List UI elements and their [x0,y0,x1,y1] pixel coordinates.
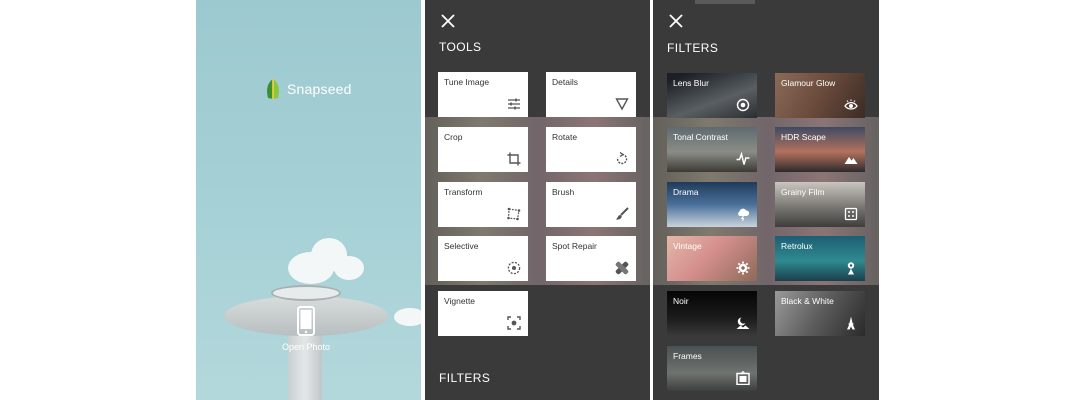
tool-label: Transform [444,187,483,197]
selective-icon [507,261,521,275]
filter-label: Drama [673,187,699,197]
eiffel-tower-icon [847,316,855,330]
filter-glamour-glow[interactable]: Glamour Glow [775,73,865,118]
tool-label: Spot Repair [552,241,597,251]
tool-label: Tune Image [444,77,490,87]
brush-icon [616,207,629,220]
filter-label: Retrolux [781,241,813,251]
filter-label: Glamour Glow [781,78,836,88]
open-photo-button[interactable]: Open Photo [276,306,336,352]
tool-label: Rotate [552,132,578,142]
sliders-icon [508,98,520,110]
filter-hdr-scape[interactable]: HDR Scape [775,127,865,172]
tool-vignette[interactable]: Vignette [438,291,528,336]
filter-label: Grainy Film [781,187,825,197]
filters-section-heading: FILTERS [439,371,491,385]
tool-label: Crop [444,132,463,142]
close-icon[interactable] [439,12,457,30]
triangle-icon [615,98,629,111]
frame-icon [736,371,750,385]
moon-landscape-icon [736,317,750,329]
home-screen: Snapseed Open Photo [196,0,421,400]
tool-details[interactable]: Details [546,72,636,117]
tool-tune-image[interactable]: Tune Image [438,72,528,117]
eye-icon [844,99,858,110]
tool-label: Details [552,77,578,87]
tool-label: Vignette [444,296,476,306]
close-icon[interactable] [667,12,685,30]
filter-label: Tonal Contrast [673,132,728,142]
tool-selective[interactable]: Selective [438,236,528,281]
filters-panel: FILTERS Lens Blur Glamour Glow Tonal Con… [653,0,879,400]
vignette-icon [507,316,521,330]
filters-heading: FILTERS [667,41,719,55]
app-name: Snapseed [287,81,352,97]
app-logo: Snapseed [264,78,352,100]
tool-label: Brush [552,187,575,197]
scroll-peek-bar [695,0,755,4]
flower-icon [736,261,750,275]
filter-label: Noir [673,296,689,306]
mountain-icon [844,157,858,164]
filter-grainy-film[interactable]: Grainy Film [775,182,865,227]
tool-label: Selective [444,241,479,251]
tools-heading: TOOLS [439,40,482,54]
tool-rotate[interactable]: Rotate [546,127,636,172]
cloud [334,256,364,280]
crop-icon [507,152,521,166]
filter-retrolux[interactable]: Retrolux [775,236,865,281]
filter-label: HDR Scape [781,132,826,142]
retrolux-icon [847,262,855,275]
filter-label: Lens Blur [673,78,709,88]
filter-frames[interactable]: Frames [667,346,757,391]
tool-transform[interactable]: Transform [438,182,528,227]
tool-spot-repair[interactable]: Spot Repair [546,236,636,281]
tools-panel: TOOLS Tune Image Details Crop Rotate Tra… [425,0,650,400]
filter-black-and-white[interactable]: Black & White [775,291,865,336]
target-icon [736,98,750,112]
cloud-bolt-icon [738,208,750,221]
filter-vintage[interactable]: Vintage [667,236,757,281]
tool-crop[interactable]: Crop [438,127,528,172]
filter-label: Black & White [781,296,834,306]
bandage-icon [615,261,629,275]
filter-drama[interactable]: Drama [667,182,757,227]
phone-icon [297,306,315,336]
snapseed-leaf-icon [267,79,279,99]
cloud [394,308,421,326]
tower-top [271,285,341,301]
tool-brush[interactable]: Brush [546,182,636,227]
filter-label: Frames [673,351,702,361]
open-photo-label: Open Photo [281,342,331,352]
pulse-icon [736,152,750,165]
rotate-icon [616,152,628,165]
perspective-icon [507,207,521,221]
filter-noir[interactable]: Noir [667,291,757,336]
filter-tonal-contrast[interactable]: Tonal Contrast [667,127,757,172]
film-grain-icon [844,207,858,221]
filter-label: Vintage [673,241,702,251]
filter-lens-blur[interactable]: Lens Blur [667,73,757,118]
